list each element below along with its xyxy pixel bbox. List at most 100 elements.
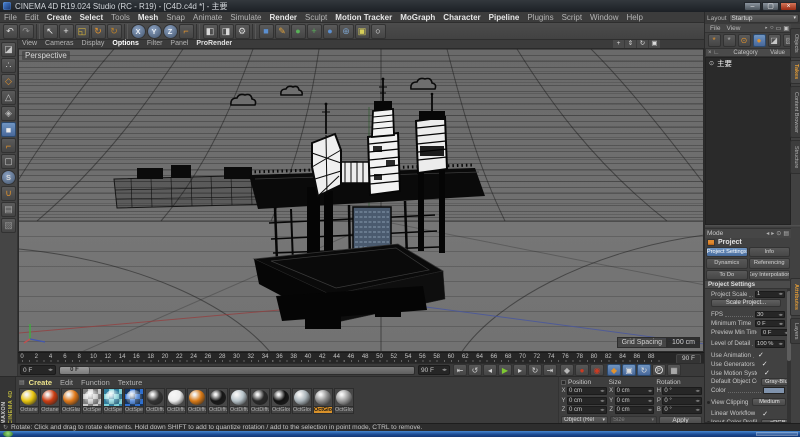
material-3[interactable]: OctGlas: [61, 388, 81, 414]
minimize-button[interactable]: –: [744, 2, 761, 11]
add-spline-button[interactable]: ✎: [275, 24, 290, 39]
attr-dropdown-view-clipping[interactable]: Medium: [752, 398, 786, 406]
menu-help[interactable]: Help: [623, 12, 647, 23]
undo-button[interactable]: ↶: [3, 24, 18, 39]
field-stepper-icon[interactable]: ◂▸: [648, 398, 653, 404]
key-scale-button[interactable]: ▣: [622, 364, 636, 376]
key-position-button[interactable]: ◆: [607, 364, 621, 376]
timeline-slider-handle[interactable]: 0 F: [60, 367, 90, 374]
attr-tab-project-settings[interactable]: Project Settings: [706, 247, 748, 257]
add-mograph-button[interactable]: +: [307, 24, 322, 39]
menu-file[interactable]: File: [0, 12, 21, 23]
play-button[interactable]: ▶: [498, 364, 512, 376]
prev-frame-button[interactable]: ◂: [483, 364, 497, 376]
tweak-mode-icon[interactable]: ◈: [1, 106, 16, 121]
field-stepper-icon[interactable]: ◂▸: [778, 341, 783, 347]
range-stepper-icon[interactable]: ◂▸: [442, 367, 447, 373]
menu-render[interactable]: Render: [265, 12, 301, 23]
material-4[interactable]: OctSpec: [82, 388, 102, 414]
material-6[interactable]: OctSpec: [124, 388, 144, 414]
attr-tab-dynamics[interactable]: Dynamics: [706, 258, 748, 268]
material-11[interactable]: OctDiffu: [229, 388, 249, 414]
field-stepper-icon[interactable]: ◂▸: [778, 312, 783, 318]
dock-tab-attributes[interactable]: Attributes: [790, 278, 800, 316]
move-tool[interactable]: +: [59, 24, 74, 39]
field-stepper-icon[interactable]: ◂▸: [600, 388, 605, 394]
add-primitive-button[interactable]: ■: [259, 24, 274, 39]
frame-stepper-icon[interactable]: ◂▸: [48, 367, 53, 373]
attr-checkbox-use-motion-system[interactable]: ✓: [761, 369, 787, 377]
lock-x-axis[interactable]: X: [131, 24, 146, 39]
menu-window[interactable]: Window: [586, 12, 622, 23]
field-stepper-icon[interactable]: ◂▸: [648, 388, 653, 394]
viewport-menu-view[interactable]: View: [18, 40, 41, 48]
viewport-solo-icon[interactable]: ▢: [1, 154, 16, 169]
attr-field-fps[interactable]: 30◂▸: [755, 311, 785, 319]
coord-field-rotation-b[interactable]: 0 °◂▸: [662, 406, 702, 414]
minimize-panel-icon[interactable]: ▭: [776, 25, 782, 32]
live-selection-tool[interactable]: ↖: [43, 24, 58, 39]
viewport-menu-panel[interactable]: Panel: [166, 40, 192, 48]
edge-mode-icon[interactable]: ◇: [1, 74, 16, 89]
snap-icon[interactable]: S: [1, 170, 16, 185]
takes-column-value[interactable]: Value: [770, 50, 788, 56]
attr-tab-to-do[interactable]: To Do: [706, 270, 748, 280]
dock-tab-objects[interactable]: Objects: [790, 28, 800, 58]
coord-field-size-x[interactable]: 0 cm◂▸: [615, 387, 655, 395]
rotate-tool[interactable]: ↻: [91, 24, 106, 39]
menu-snap[interactable]: Snap: [162, 12, 189, 23]
viewport-menu-prorender[interactable]: ProRender: [192, 40, 236, 48]
menu-motion-tracker[interactable]: Motion Tracker: [331, 12, 396, 23]
take-item-main[interactable]: ⊙ 主要: [706, 58, 790, 68]
keyframe-selection-button[interactable]: ◉: [590, 364, 604, 376]
play-backward-button[interactable]: ↺: [468, 364, 482, 376]
viewport[interactable]: Perspective Grid Spacing 100 cm: [18, 48, 704, 352]
pin-icon[interactable]: ⊙: [776, 230, 781, 237]
redo-button[interactable]: ↷: [19, 24, 34, 39]
soft-override-button[interactable]: ●: [753, 34, 766, 47]
dock-menu-file[interactable]: File: [707, 25, 723, 32]
delete-take-icon[interactable]: ×: [708, 50, 712, 56]
forward-icon[interactable]: ▸: [771, 230, 774, 237]
attr-field-level-of-detail[interactable]: 100 %◂▸: [755, 340, 785, 348]
key-rotation-button[interactable]: ↻: [637, 364, 651, 376]
key-parameter-button[interactable]: P: [652, 364, 666, 376]
material-menu-edit[interactable]: Edit: [56, 378, 77, 387]
menu-edit[interactable]: Edit: [21, 12, 43, 23]
attr-tab-key-interpolation[interactable]: Key Interpolation: [749, 270, 791, 280]
last-used-tool[interactable]: ↻: [107, 24, 122, 39]
render-view-button[interactable]: ◧: [203, 24, 218, 39]
menu-script[interactable]: Script: [558, 12, 586, 23]
polygon-mode-icon[interactable]: △: [1, 90, 16, 105]
field-stepper-icon[interactable]: ◂▸: [600, 398, 605, 404]
field-stepper-icon[interactable]: ◂▸: [648, 407, 653, 413]
panel-layout-icon[interactable]: ▣: [783, 25, 789, 32]
lock-y-axis[interactable]: Y: [147, 24, 162, 39]
add-generator-button[interactable]: ●: [291, 24, 306, 39]
material-menu-texture[interactable]: Texture: [114, 378, 147, 387]
attr-tab-info[interactable]: Info: [749, 247, 791, 257]
menu-sculpt[interactable]: Sculpt: [301, 12, 331, 23]
close-button[interactable]: ×: [780, 2, 797, 11]
filter-icon[interactable]: ‣: [764, 25, 768, 32]
add-camera-button[interactable]: ▣: [355, 24, 370, 39]
attr-field-preview-min-time[interactable]: 0 F◂▸: [761, 329, 787, 337]
current-frame-field[interactable]: 0 F ◂▸: [20, 365, 56, 375]
material-8[interactable]: OctDiffu: [166, 388, 186, 414]
coord-field-size-y[interactable]: 0 cm◂▸: [615, 397, 655, 405]
material-menu-icon[interactable]: ▤: [16, 379, 25, 386]
workplane-icon[interactable]: ▤: [1, 202, 16, 217]
attr-tab-referencing[interactable]: Referencing: [749, 258, 791, 268]
add-take-button[interactable]: *: [708, 34, 721, 47]
material-12[interactable]: OctDiffu: [250, 388, 270, 414]
coord-checkbox[interactable]: [561, 380, 566, 385]
take-tree-icon[interactable]: ∟: [714, 50, 720, 56]
dock-tab-content-browser[interactable]: Content Browser: [790, 86, 800, 138]
material-10[interactable]: OctDiffu: [208, 388, 228, 414]
dock-tab-structure[interactable]: Structure: [790, 140, 800, 174]
maximize-button[interactable]: ▢: [762, 2, 779, 11]
toggle-view-icon[interactable]: ▣: [649, 40, 660, 48]
material-15[interactable]: OctGlos: [313, 388, 333, 414]
attr-field-project-scale[interactable]: 1◂▸: [755, 291, 785, 299]
dock-menu-view[interactable]: View: [723, 25, 743, 32]
